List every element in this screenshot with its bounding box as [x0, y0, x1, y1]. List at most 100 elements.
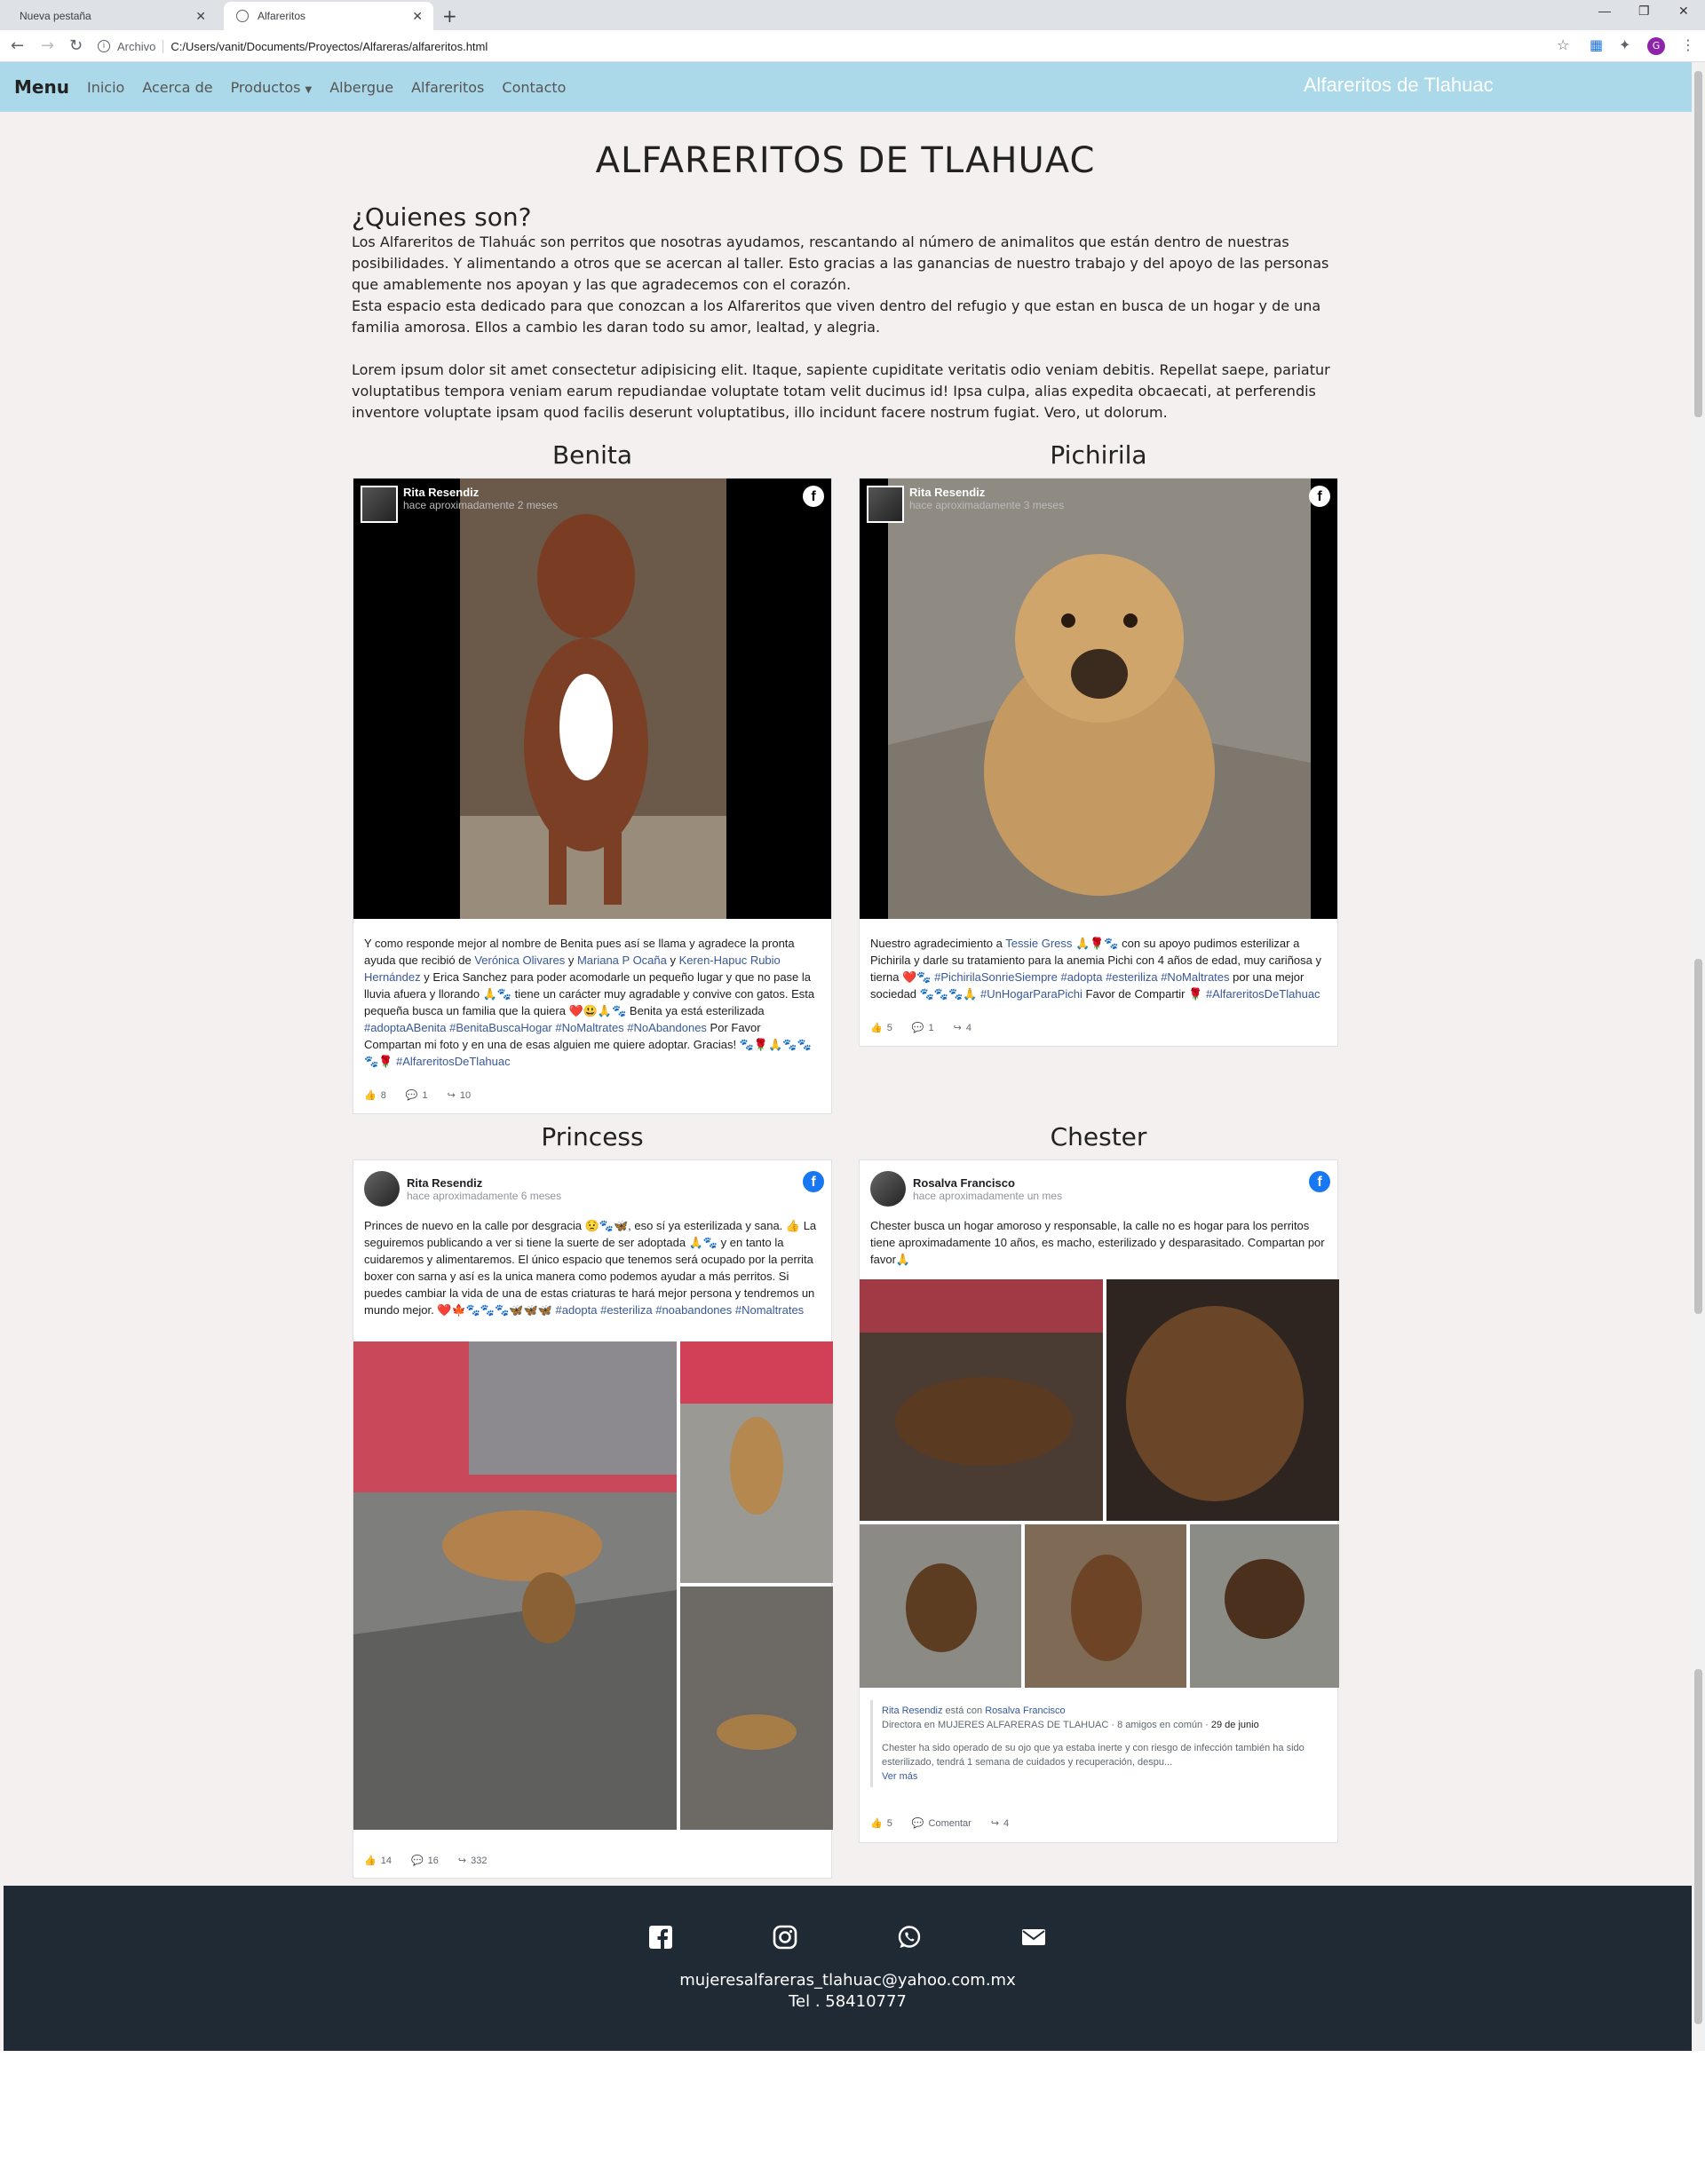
share-count[interactable]: ↪ 4 — [953, 1022, 971, 1034]
scroll-thumb[interactable] — [1694, 959, 1702, 1314]
nav-productos-dropdown[interactable]: Productos ▼ — [231, 79, 313, 96]
info-icon[interactable]: i — [98, 40, 110, 52]
photo-grid-chester[interactable] — [860, 1279, 1339, 1688]
comment-count[interactable]: 💬 1 — [406, 1089, 428, 1102]
nav-inicio[interactable]: Inicio — [87, 79, 124, 96]
fb-post-chester: Rosalva Francisco hace aproximadamente u… — [859, 1159, 1339, 1843]
like-count[interactable]: 👍 14 — [364, 1855, 392, 1867]
author-avatar[interactable] — [867, 486, 904, 523]
nav-alfareritos[interactable]: Alfareritos — [411, 79, 484, 96]
like-count[interactable]: 👍 5 — [870, 1022, 892, 1034]
author-name[interactable]: Rita Resendiz — [403, 486, 558, 499]
post-text: Princes de nuevo en la calle por desgrac… — [353, 1214, 831, 1327]
post-meta: Rita Resendiz hace aproximadamente 6 mes… — [407, 1176, 561, 1202]
post-text: Y como responde mejor al nombre de Benit… — [353, 919, 831, 1079]
extensions-icon[interactable]: ✦ — [1619, 36, 1630, 53]
post-photo[interactable]: Rita Resendiz hace aproximadamente 3 mes… — [860, 479, 1337, 919]
author-avatar[interactable] — [361, 486, 398, 523]
translate-icon[interactable]: ▦ — [1590, 36, 1603, 53]
nav-acerca-de[interactable]: Acerca de — [142, 79, 212, 96]
author-name[interactable]: Rita Resendiz — [909, 486, 1064, 499]
scroll-thumb[interactable] — [1694, 71, 1702, 417]
back-icon[interactable]: ← — [11, 36, 24, 55]
facebook-icon[interactable]: f — [1309, 1171, 1330, 1192]
mention-link[interactable]: Verónica Olivares — [474, 954, 565, 967]
ver-mas-link[interactable]: Ver más — [882, 1769, 1320, 1784]
hashtag-link[interactable]: #adopta #esteriliza #noabandones #Nomalt… — [555, 1303, 804, 1317]
navbar-brand[interactable]: Menu — [14, 76, 69, 98]
comment-count[interactable]: 💬 16 — [411, 1855, 439, 1867]
post-meta: Rita Resendiz hace aproximadamente 2 mes… — [403, 486, 558, 523]
minimize-icon[interactable]: — — [1598, 4, 1611, 18]
like-count[interactable]: 👍 8 — [364, 1089, 386, 1102]
facebook-icon[interactable]: f — [803, 486, 824, 507]
email-icon[interactable] — [1021, 1925, 1046, 1950]
scroll-thumb[interactable] — [1694, 1669, 1702, 2024]
site-navbar: Menu Inicio Acerca de Productos ▼ Alberg… — [0, 62, 1692, 112]
new-tab-button[interactable]: + — [442, 5, 457, 27]
post-text-part: y Erica Sanchez para poder acomodarle un… — [364, 970, 815, 1017]
author-name[interactable]: Rosalva Francisco — [913, 1176, 1062, 1190]
star-icon[interactable]: ☆ — [1557, 36, 1569, 53]
footer-telephone: Tel . 58410777 — [789, 1992, 907, 2011]
address-bar[interactable]: i Archivo C:/Users/vanit/Documents/Proye… — [98, 36, 1572, 57]
shared-post[interactable]: Rita Resendiz está con Rosalva Francisco… — [870, 1700, 1328, 1787]
comment-value: 16 — [427, 1855, 439, 1866]
comment-count[interactable]: 💬 1 — [912, 1022, 934, 1034]
profile-avatar[interactable]: G — [1647, 37, 1665, 55]
like-count[interactable]: 👍 5 — [870, 1817, 892, 1830]
author-avatar[interactable] — [870, 1171, 906, 1207]
close-tab-icon[interactable]: ✕ — [195, 9, 206, 24]
comment-icon: 💬 — [911, 1818, 924, 1829]
share-count[interactable]: ↪ 4 — [991, 1817, 1009, 1830]
nav-contacto[interactable]: Contacto — [502, 79, 566, 96]
restore-icon[interactable]: ❐ — [1638, 4, 1650, 19]
shared-author[interactable]: Rita Resendiz — [882, 1705, 942, 1716]
tab-nueva-pestana[interactable]: Nueva pestaña ✕ — [7, 2, 217, 30]
post-photo[interactable]: Rita Resendiz hace aproximadamente 2 mes… — [353, 479, 831, 919]
hashtag-link[interactable]: #AlfareritosDeTlahuac — [396, 1055, 511, 1068]
shared-meta-text: Directora en MUJERES ALFARERAS DE TLAHUA… — [882, 1720, 1211, 1730]
forward-icon[interactable]: → — [41, 36, 54, 55]
whatsapp-icon[interactable] — [897, 1925, 922, 1950]
url-text[interactable]: C:/Users/vanit/Documents/Proyectos/Alfar… — [170, 40, 488, 53]
author-name[interactable]: Rita Resendiz — [407, 1176, 561, 1190]
hashtag-link[interactable]: #AlfareritosDeTlahuac — [1206, 987, 1320, 1001]
mention-link[interactable]: Mariana P Ocaña — [577, 954, 667, 967]
photo-grid-princess[interactable] — [353, 1341, 833, 1830]
hashtag-link[interactable]: #PichirilaSonrieSiempre #adopta #esteril… — [934, 970, 1229, 984]
post-time: hace aproximadamente 6 meses — [407, 1189, 562, 1202]
post-actions: 👍 8 💬 1 ↪ 10 — [353, 1079, 831, 1113]
hashtag-link[interactable]: #adoptaABenita #BenitaBuscaHogar #NoMalt… — [364, 1021, 707, 1034]
instagram-icon[interactable] — [773, 1925, 797, 1950]
facebook-icon[interactable]: f — [803, 1171, 824, 1192]
menu-dots-icon[interactable]: ⋮ — [1681, 36, 1695, 53]
mention-link[interactable]: Tessie Gress — [1005, 937, 1072, 950]
reload-icon[interactable]: ↻ — [69, 36, 83, 55]
share-value: 332 — [471, 1855, 488, 1866]
comment-button[interactable]: 💬 Comentar — [911, 1817, 971, 1830]
post-text-part: Princes de nuevo en la calle por desgrac… — [364, 1219, 817, 1317]
share-count[interactable]: ↪ 10 — [448, 1089, 471, 1102]
share-icon: ↪ — [457, 1856, 467, 1866]
facebook-icon[interactable]: f — [1309, 486, 1330, 507]
nav-albergue[interactable]: Albergue — [329, 79, 393, 96]
hashtag-link[interactable]: #UnHogarParaPichi — [980, 987, 1082, 1001]
fb-post-princess: Rita Resendiz hace aproximadamente 6 mes… — [353, 1159, 833, 1879]
post-text-part: Nuestro agradecimiento a — [870, 937, 1006, 950]
close-window-icon[interactable]: ✕ — [1678, 4, 1689, 19]
shared-header: Rita Resendiz está con Rosalva Francisco — [882, 1704, 1320, 1718]
shared-date: 29 de junio — [1210, 1720, 1259, 1730]
tab-alfareritos[interactable]: Alfareritos ✕ — [224, 2, 433, 30]
shared-with-name[interactable]: Rosalva Francisco — [985, 1705, 1065, 1716]
facebook-icon[interactable] — [648, 1925, 673, 1950]
share-count[interactable]: ↪ 332 — [457, 1855, 488, 1867]
comment-label: Comentar — [928, 1817, 971, 1829]
like-value: 8 — [380, 1089, 386, 1101]
scrollbar[interactable] — [1692, 62, 1705, 2051]
share-icon: ↪ — [953, 1023, 962, 1033]
close-tab-icon[interactable]: ✕ — [412, 9, 423, 24]
footer-email[interactable]: mujeresalfareras_tlahuac@yahoo.com.mx — [4, 1971, 1692, 1990]
author-avatar[interactable] — [364, 1171, 400, 1207]
post-time: hace aproximadamente un mes — [913, 1189, 1063, 1202]
